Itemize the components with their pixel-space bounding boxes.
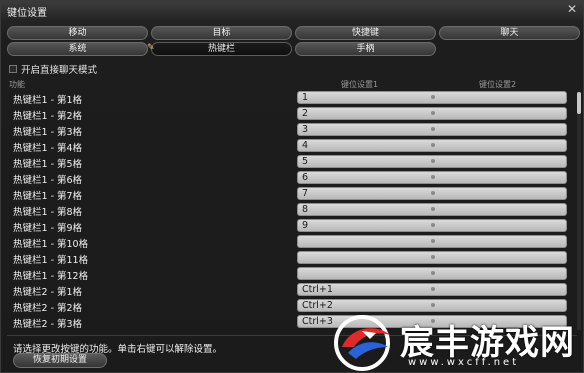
row-function-name: 热键栏1 - 第10格 (13, 239, 89, 250)
slot-divider-dot-icon (431, 159, 435, 163)
row-function-name: 热键栏2 - 第1格 (13, 287, 83, 298)
row-function-name: 热键栏1 - 第3格 (13, 127, 83, 138)
table-row: 热键栏1 - 第1格 1 (7, 90, 573, 106)
keybind-window: 键位设置 ✕ 移动 目标 快捷键 聊天 系统 ✎ 热键栏 手柄 开启直接聊天模式… (0, 0, 584, 373)
tab-chat[interactable]: 聊天 (439, 26, 580, 40)
direct-chat-checkbox[interactable] (9, 65, 17, 73)
row-function-name: 热键栏1 - 第5格 (13, 159, 83, 170)
table-row: 热键栏1 - 第2格 2 (7, 106, 573, 122)
tab-row-2: 系统 ✎ 热键栏 手柄 (7, 42, 436, 56)
table-row: 热键栏1 - 第9格 9 (7, 218, 573, 234)
slot-divider-dot-icon (431, 303, 435, 307)
table-row: 热键栏1 - 第6格 6 (7, 170, 573, 186)
key-slot[interactable]: Ctrl+1 (297, 283, 567, 296)
slot-divider-dot-icon (431, 287, 435, 291)
tab-row-1: 移动 目标 快捷键 聊天 (7, 26, 580, 40)
reset-defaults-button[interactable]: 恢复初期设置 (13, 353, 107, 368)
scrollbar-thumb[interactable] (577, 92, 581, 114)
key1-value: Ctrl+2 (302, 300, 333, 311)
key1-value: 5 (302, 156, 309, 167)
key1-value: 9 (302, 220, 309, 231)
table-row: 热键栏1 - 第5格 5 (7, 154, 573, 170)
pencil-icon: ✎ (147, 43, 155, 53)
close-icon[interactable]: ✕ (565, 2, 579, 16)
table-row: 热键栏1 - 第12格 (7, 266, 573, 282)
row-function-name: 热键栏1 - 第4格 (13, 143, 83, 154)
tab-shortcut[interactable]: 快捷键 (295, 26, 436, 40)
key1-value: 1 (302, 92, 309, 103)
row-function-name: 热键栏1 - 第8格 (13, 207, 83, 218)
slot-divider-dot-icon (431, 175, 435, 179)
column-header-key1: 键位设置1 (341, 80, 379, 89)
direct-chat-option[interactable]: 开启直接聊天模式 (9, 62, 97, 76)
table-row: 热键栏1 - 第4格 4 (7, 138, 573, 154)
slot-divider-dot-icon (431, 191, 435, 195)
key1-value: 8 (302, 204, 309, 215)
slot-divider-dot-icon (431, 223, 435, 227)
row-function-name: 热键栏1 - 第2格 (13, 111, 83, 122)
row-function-name: 热键栏1 - 第1格 (13, 95, 83, 106)
table-row: 热键栏1 - 第10格 (7, 234, 573, 250)
key-slot[interactable]: 4 (297, 139, 567, 152)
table-row: 热键栏1 - 第8格 8 (7, 202, 573, 218)
scrollbar[interactable] (577, 92, 581, 330)
slot-divider-dot-icon (431, 127, 435, 131)
tab-system[interactable]: 系统 (7, 42, 148, 56)
key-slot[interactable]: 6 (297, 171, 567, 184)
key-slot[interactable]: 9 (297, 219, 567, 232)
table-row: 热键栏1 - 第7格 7 (7, 186, 573, 202)
key-slot[interactable] (297, 251, 567, 264)
tab-hotbar[interactable]: ✎ 热键栏 (147, 42, 292, 56)
table-row: 热键栏1 - 第11格 (7, 250, 573, 266)
key-slot[interactable]: Ctrl+2 (297, 299, 567, 312)
slot-divider-dot-icon (431, 271, 435, 275)
direct-chat-label: 开启直接聊天模式 (21, 65, 98, 76)
key-slot[interactable] (297, 267, 567, 280)
key-slot[interactable]: 1 (297, 91, 567, 104)
key1-value: Ctrl+3 (302, 316, 333, 327)
key1-value: 2 (302, 108, 309, 119)
key-slot[interactable]: 5 (297, 155, 567, 168)
key-slot[interactable]: 7 (297, 187, 567, 200)
key-slot[interactable]: 3 (297, 123, 567, 136)
slot-divider-dot-icon (431, 255, 435, 259)
row-function-name: 热键栏1 - 第9格 (13, 223, 83, 234)
tab-target[interactable]: 目标 (151, 26, 292, 40)
slot-divider-dot-icon (431, 111, 435, 115)
column-header-key2: 键位设置2 (479, 80, 517, 89)
key-slot[interactable] (297, 235, 567, 248)
title-bar: 键位设置 ✕ (1, 1, 583, 19)
column-header-function: 功能 (9, 80, 25, 89)
key-slot[interactable]: 8 (297, 203, 567, 216)
key1-value: 4 (302, 140, 309, 151)
key1-value: Ctrl+1 (302, 284, 333, 295)
slot-divider-dot-icon (431, 239, 435, 243)
row-function-name: 热键栏1 - 第11格 (13, 255, 89, 266)
table-row: 热键栏2 - 第2格 Ctrl+2 (7, 298, 573, 314)
key1-value: 3 (302, 124, 309, 135)
row-function-name: 热键栏2 - 第3格 (13, 319, 83, 330)
key1-value: 7 (302, 188, 309, 199)
row-function-name: 热键栏1 - 第12格 (13, 271, 89, 282)
key1-value: 6 (302, 172, 309, 183)
table-row: 热键栏2 - 第1格 Ctrl+1 (7, 282, 573, 298)
watermark-logo-icon (334, 315, 390, 371)
row-function-name: 热键栏1 - 第7格 (13, 191, 83, 202)
key-slot[interactable]: 2 (297, 107, 567, 120)
watermark: 宸丰游戏网 www.wxcff.net (332, 313, 582, 373)
row-function-name: 热键栏2 - 第2格 (13, 303, 83, 314)
window-title: 键位设置 (7, 8, 47, 19)
keybind-list: 热键栏1 - 第1格 1 热键栏1 - 第2格 2 热键栏1 - 第3格 3 热键栏1 - … (7, 90, 573, 330)
slot-divider-dot-icon (431, 95, 435, 99)
slot-divider-dot-icon (431, 143, 435, 147)
slot-divider-dot-icon (431, 207, 435, 211)
watermark-url: www.wxcff.net (408, 357, 520, 368)
table-row: 热键栏1 - 第3格 3 (7, 122, 573, 138)
tab-hotbar-label: 热键栏 (207, 44, 235, 54)
row-function-name: 热键栏1 - 第6格 (13, 175, 83, 186)
tab-move[interactable]: 移动 (7, 26, 148, 40)
tab-gamepad[interactable]: 手柄 (295, 42, 436, 56)
